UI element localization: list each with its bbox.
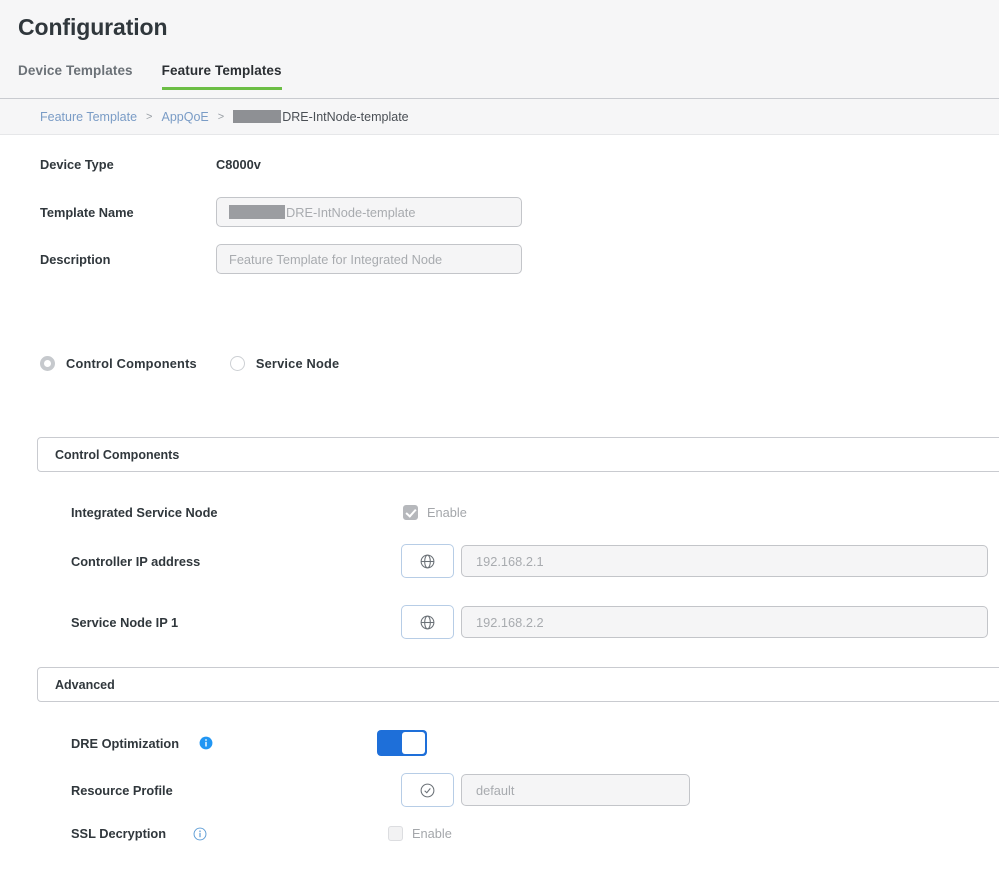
breadcrumb-current-label: DRE-IntNode-template — [282, 110, 408, 124]
integrated-service-node-label: Integrated Service Node — [71, 505, 403, 520]
info-filled-icon-svg — [199, 736, 213, 750]
service-node-ip-1-input[interactable]: 192.168.2.2 — [461, 606, 988, 638]
row-resource-profile: Resource Profile default — [0, 773, 999, 807]
section-header-control-components[interactable]: Control Components — [37, 437, 999, 472]
device-type-value: C8000v — [216, 157, 261, 172]
row-integrated-service-node: Integrated Service Node Enable — [0, 505, 999, 520]
redaction-block — [229, 205, 285, 219]
breadcrumb-separator-icon: > — [146, 111, 152, 123]
tab-bar: Device Templates Feature Templates — [18, 63, 282, 90]
breadcrumb-separator-icon: > — [218, 111, 224, 123]
breadcrumb-current: DRE-IntNode-template — [233, 110, 408, 124]
check-circle-icon — [419, 782, 436, 799]
radio-unselected-icon — [230, 356, 245, 371]
description-input[interactable]: Feature Template for Integrated Node — [216, 244, 522, 274]
form-content: Device Type C8000v Template Name DRE-Int… — [0, 157, 999, 841]
resource-profile-input[interactable]: default — [461, 774, 690, 806]
resource-profile-field-combo: default — [401, 773, 690, 807]
breadcrumb: Feature Template > AppQoE > DRE-IntNode-… — [0, 99, 999, 135]
ssl-decryption-checkbox-label: Enable — [412, 826, 452, 841]
service-node-ip-1-placeholder: 192.168.2.2 — [476, 615, 544, 630]
section-header-advanced[interactable]: Advanced — [37, 667, 999, 702]
description-placeholder: Feature Template for Integrated Node — [229, 252, 442, 267]
checkbox-unchecked-icon — [388, 826, 403, 841]
controller-ip-label: Controller IP address — [71, 554, 401, 569]
ssl-decryption-label: SSL Decryption — [71, 826, 187, 841]
radio-service-node[interactable]: Service Node — [230, 356, 340, 371]
row-device-type: Device Type C8000v — [0, 157, 999, 172]
info-outline-icon[interactable] — [193, 827, 207, 841]
toggle-knob — [402, 732, 425, 754]
row-ssl-decryption: SSL Decryption Enable — [0, 826, 999, 841]
radio-service-node-label: Service Node — [256, 356, 340, 371]
globe-icon-button[interactable] — [401, 544, 454, 578]
description-label: Description — [40, 252, 216, 267]
checkbox-checked-icon — [403, 505, 418, 520]
resource-profile-placeholder: default — [476, 783, 514, 798]
template-name-input[interactable]: DRE-IntNode-template — [216, 197, 522, 227]
section-title-control-components: Control Components — [55, 448, 179, 462]
globe-icon — [419, 614, 436, 631]
row-template-name: Template Name DRE-IntNode-template — [0, 197, 999, 227]
tab-device-templates[interactable]: Device Templates — [18, 63, 133, 90]
template-name-value: DRE-IntNode-template — [286, 205, 415, 220]
radio-control-components-label: Control Components — [66, 356, 197, 371]
dre-optimization-label: DRE Optimization — [71, 736, 191, 751]
section-title-advanced: Advanced — [55, 678, 115, 692]
integrated-service-node-checkbox[interactable]: Enable — [403, 505, 467, 520]
info-filled-icon[interactable] — [199, 736, 213, 750]
controller-ip-placeholder: 192.168.2.1 — [476, 554, 544, 569]
controller-ip-input[interactable]: 192.168.2.1 — [461, 545, 988, 577]
page-header: Configuration Device Templates Feature T… — [0, 0, 999, 99]
check-circle-icon-button[interactable] — [401, 773, 454, 807]
dre-optimization-toggle[interactable] — [377, 730, 427, 756]
integrated-service-node-checkbox-label: Enable — [427, 505, 467, 520]
row-dre-optimization: DRE Optimization — [0, 730, 999, 756]
radio-selected-icon — [40, 356, 55, 371]
service-node-ip-1-label: Service Node IP 1 — [71, 615, 401, 630]
row-description: Description Feature Template for Integra… — [0, 244, 999, 274]
tab-feature-templates[interactable]: Feature Templates — [162, 63, 282, 90]
resource-profile-label: Resource Profile — [71, 783, 401, 798]
template-name-label: Template Name — [40, 205, 216, 220]
page-title: Configuration — [18, 14, 167, 41]
controller-ip-field-combo: 192.168.2.1 — [401, 544, 988, 578]
globe-icon — [419, 553, 436, 570]
redaction-block — [233, 110, 281, 123]
row-service-node-ip-1: Service Node IP 1 192.168.2.2 — [0, 605, 999, 639]
row-controller-ip: Controller IP address 192.168.2.1 — [0, 544, 999, 578]
breadcrumb-item-feature-template[interactable]: Feature Template — [40, 110, 137, 124]
info-outline-icon-svg — [193, 827, 207, 841]
ssl-decryption-checkbox[interactable]: Enable — [388, 826, 452, 841]
breadcrumb-item-appqoe[interactable]: AppQoE — [161, 110, 208, 124]
service-node-ip-1-field-combo: 192.168.2.2 — [401, 605, 988, 639]
mode-radio-group: Control Components Service Node — [0, 356, 999, 371]
radio-control-components[interactable]: Control Components — [40, 356, 197, 371]
device-type-label: Device Type — [40, 157, 216, 172]
globe-icon-button[interactable] — [401, 605, 454, 639]
